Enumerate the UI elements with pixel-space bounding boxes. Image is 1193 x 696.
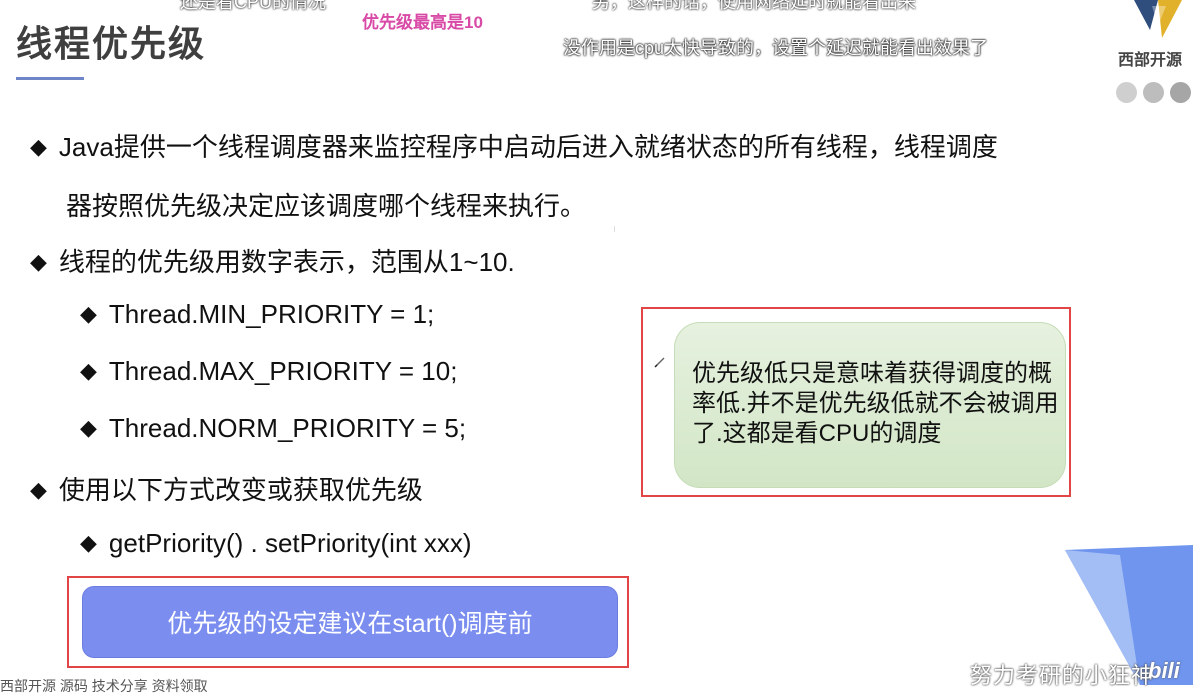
bullet-text: 使用以下方式改变或获取优先级 [58, 475, 423, 505]
sub-bullet-min-priority: ◆ Thread.MIN_PRIORITY = 1; [80, 299, 434, 330]
logo-dot [1116, 82, 1137, 103]
logo-dot [1143, 82, 1164, 103]
diamond-bullet-icon: ◆ [30, 249, 47, 274]
bullet-scheduler: ◆ Java提供一个线程调度器来监控程序中启动后进入就绪状态的所有线程，线程调度 [30, 127, 998, 164]
sub-bullet-max-priority: ◆ Thread.MAX_PRIORITY = 10; [80, 356, 457, 387]
danmaku-cut-left: 还是看CPU的情况 [180, 0, 327, 12]
bullet-text: Java提供一个线程调度器来监控程序中启动后进入就绪状态的所有线程，线程调度 [58, 132, 998, 162]
title-underline [16, 77, 84, 80]
sub-bullet-get-set-priority: ◆ getPriority() . setPriority(int xxx) [80, 528, 472, 559]
diamond-bullet-icon: ◆ [80, 530, 97, 555]
advice-button[interactable]: 优先级的设定建议在start()调度前 [82, 586, 618, 658]
diamond-bullet-icon: ◆ [80, 358, 97, 383]
bullet-priority-range: ◆ 线程的优先级用数字表示，范围从1~10. [30, 242, 515, 279]
pencil-icon [654, 357, 665, 368]
bullet-text: getPriority() . setPriority(int xxx) [108, 528, 472, 558]
sub-bullet-norm-priority: ◆ Thread.NORM_PRIORITY = 5; [80, 413, 466, 444]
note-text: 优先级低只是意味着获得调度的概率低.并不是优先级低就不会被调用了.这都是看CPU… [692, 360, 1059, 447]
diamond-bullet-icon: ◆ [30, 477, 47, 502]
logo-mark-icon [1134, 0, 1182, 38]
logo-text: 西部开源 [1118, 52, 1183, 69]
divider-mark [614, 226, 615, 232]
logo-dot [1170, 82, 1191, 103]
bullet-change-priority: ◆ 使用以下方式改变或获取优先级 [30, 470, 423, 507]
diamond-bullet-icon: ◆ [80, 415, 97, 440]
watermark-site-logo: bili [1148, 658, 1180, 683]
bullet-text: Thread.MAX_PRIORITY = 10; [108, 356, 458, 386]
diamond-bullet-icon: ◆ [80, 301, 97, 326]
diamond-bullet-icon: ◆ [30, 134, 47, 159]
danmaku-white: 没作用是cpu太快导致的，设置个延迟就能看出效果了 [563, 38, 989, 58]
bullet-text: Thread.NORM_PRIORITY = 5; [108, 413, 467, 443]
bullet-scheduler-continued: 器按照优先级决定应该调度哪个线程来执行。 [66, 191, 587, 221]
watermark-text: 努力考研的小狂神 [970, 663, 1155, 688]
page-title: 线程优先级 [16, 23, 207, 64]
logo-dots [1116, 82, 1191, 103]
bullet-text: Thread.MIN_PRIORITY = 1; [108, 299, 435, 329]
danmaku-pink: 优先级最高是10 [362, 13, 483, 32]
logo: 西部开源 [1112, 0, 1193, 108]
bullet-text: 线程的优先级用数字表示，范围从1~10. [58, 247, 515, 277]
danmaku-cut-right: 另，这样的话，使用网络延时就能看出来 [592, 0, 916, 12]
footer-cut-text: 西部开源 源码 技术分享 资料领取 [0, 678, 208, 694]
